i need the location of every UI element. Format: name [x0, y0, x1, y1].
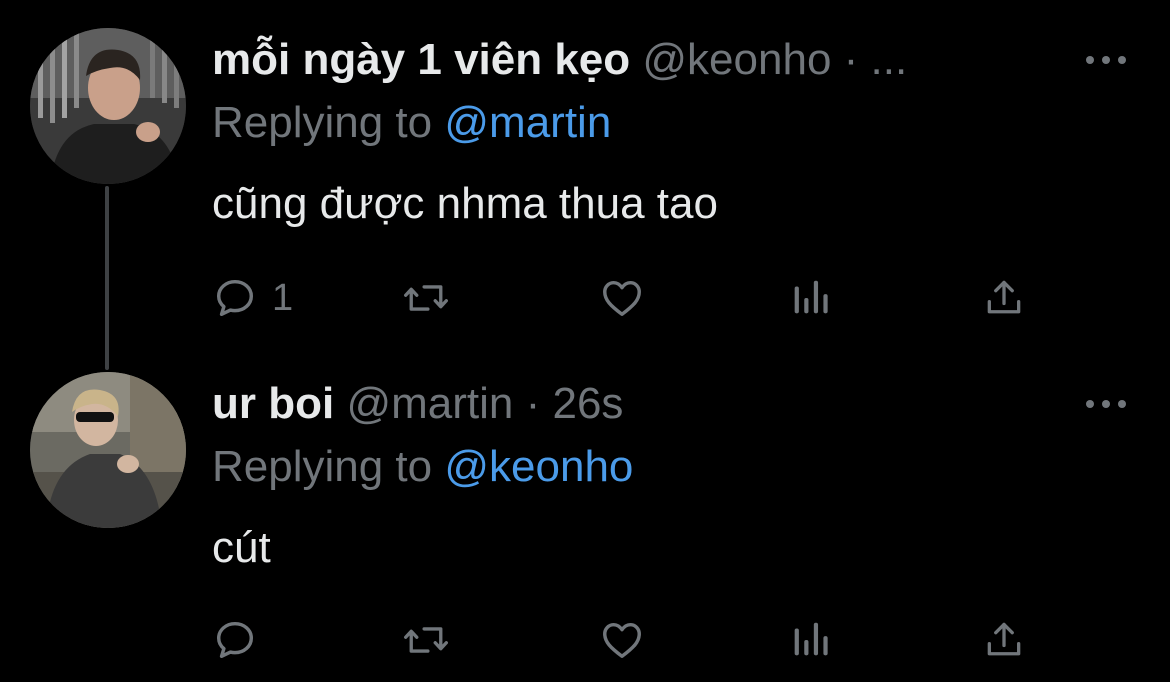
tweet-actions: 1	[212, 274, 1042, 322]
views-button[interactable]	[790, 616, 830, 664]
reply-count: 1	[272, 276, 294, 319]
bar-chart-icon	[794, 622, 828, 656]
retweet-arrows-icon	[404, 627, 448, 653]
more-dot	[1102, 400, 1110, 408]
more-horizontal-icon[interactable]	[1086, 396, 1126, 412]
timestamp[interactable]: ...	[871, 35, 908, 84]
more-dot	[1086, 56, 1094, 64]
user-handle[interactable]: @keonho	[642, 35, 831, 84]
heart-icon	[603, 280, 641, 317]
timestamp[interactable]: 26s	[552, 379, 623, 428]
tweet-text: cũng được nhma thua tao	[212, 179, 718, 228]
user-handle[interactable]: @martin	[346, 379, 513, 428]
retweet-button[interactable]	[402, 616, 450, 664]
header-separator: ·	[525, 379, 541, 428]
retweet-arrows-icon	[404, 285, 448, 311]
like-button[interactable]	[598, 616, 646, 664]
bar-chart-icon	[794, 280, 828, 314]
avatar[interactable]	[30, 372, 186, 528]
heart-icon	[603, 622, 641, 659]
replying-prefix: Replying to	[212, 442, 433, 491]
replying-to-line: Replying to @martin	[212, 95, 611, 151]
share-button[interactable]	[982, 616, 1026, 664]
display-name[interactable]: ur boi	[212, 379, 334, 428]
tweet-header: ur boi @martin · 26s	[212, 376, 623, 432]
reply-button[interactable]: 1	[212, 274, 293, 322]
replying-to-line: Replying to @keonho	[212, 439, 633, 495]
tweet-text: cút	[212, 523, 271, 572]
replying-mention[interactable]: @martin	[444, 98, 611, 147]
header-separator: ·	[843, 35, 859, 84]
share-button[interactable]	[982, 274, 1026, 322]
tweet-actions	[212, 616, 1042, 664]
retweet-button[interactable]	[402, 274, 450, 322]
share-upload-icon	[987, 280, 1021, 314]
more-dot	[1086, 400, 1094, 408]
avatar-photo	[30, 28, 186, 184]
more-dot	[1118, 400, 1126, 408]
tweet-header: mỗi ngày 1 viên kẹo @keonho · ...	[212, 32, 907, 88]
display-name[interactable]: mỗi ngày 1 viên kẹo	[212, 35, 630, 84]
replying-mention[interactable]: @keonho	[444, 442, 633, 491]
comment-bubble-icon	[216, 621, 254, 659]
more-horizontal-icon[interactable]	[1086, 52, 1126, 68]
replying-prefix: Replying to	[212, 98, 433, 147]
share-upload-icon	[987, 622, 1021, 656]
tweet[interactable]: mỗi ngày 1 viên kẹo @keonho · ... Replyi…	[0, 0, 1170, 340]
avatar-photo	[30, 372, 186, 528]
views-button[interactable]	[790, 274, 830, 322]
like-button[interactable]	[598, 274, 646, 322]
more-dot	[1102, 56, 1110, 64]
avatar[interactable]	[30, 28, 186, 184]
more-dot	[1118, 56, 1126, 64]
tweet[interactable]: ur boi @martin · 26s Replying to @keonho…	[0, 340, 1170, 682]
comment-bubble-icon	[216, 279, 254, 317]
reply-button[interactable]	[212, 616, 272, 664]
